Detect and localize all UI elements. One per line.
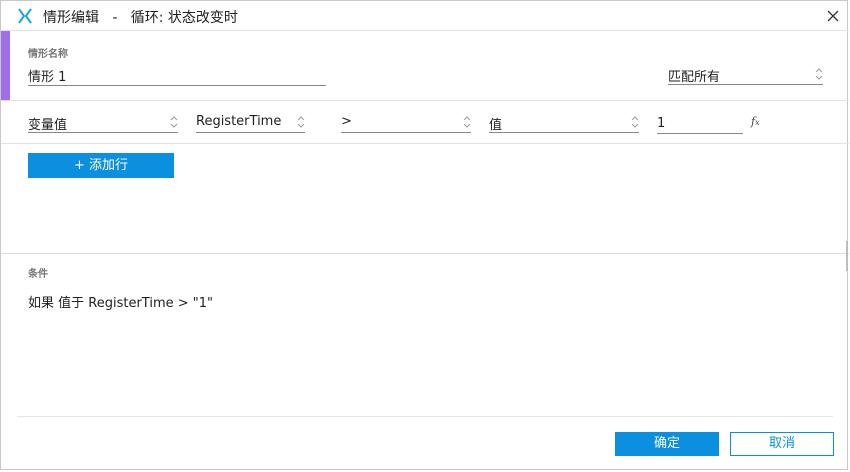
fx-icon[interactable]: fx (751, 115, 760, 128)
scenario-edit-dialog: 情形编辑 - 循环: 状态改变时 情形名称 匹配所有 变量值 RegisterT… (0, 0, 849, 470)
accent-bar (1, 31, 10, 100)
ok-button[interactable]: 确定 (615, 432, 719, 456)
conditions-label: 条件 (28, 269, 48, 280)
add-row-button[interactable]: + 添加行 (28, 153, 174, 178)
condition-row: 变量值 RegisterTime > 值 fx (1, 101, 849, 144)
match-mode-select[interactable]: 匹配所有 (668, 65, 823, 85)
conditions-text: 如果 值于 RegisterTime > "1" (28, 296, 213, 311)
operator-select[interactable]: > (341, 113, 471, 133)
footer-divider (17, 416, 833, 417)
updown-chevron-icon (297, 116, 305, 128)
match-mode-value: 匹配所有 (668, 70, 721, 85)
dialog-title: 情形编辑 - 循环: 状态改变时 (43, 10, 238, 26)
scenario-name-section: 情形名称 匹配所有 (1, 31, 849, 101)
source-type-value: 变量值 (28, 118, 68, 133)
source-type-select[interactable]: 变量值 (28, 113, 178, 133)
value-type-value: 值 (489, 118, 503, 133)
variable-select[interactable]: RegisterTime (196, 113, 305, 133)
close-icon[interactable] (823, 6, 843, 26)
condition-value-input[interactable] (657, 113, 743, 134)
scenario-name-input[interactable] (28, 65, 326, 86)
updown-chevron-icon (815, 68, 823, 80)
updown-chevron-icon (463, 116, 471, 128)
cancel-button[interactable]: 取消 (730, 432, 834, 456)
operator-value: > (341, 114, 352, 129)
updown-chevron-icon (170, 116, 178, 128)
title-bar: 情形编辑 - 循环: 状态改变时 (1, 1, 849, 31)
variable-value: RegisterTime (196, 114, 282, 129)
scenario-name-label: 情形名称 (28, 49, 68, 60)
updown-chevron-icon (631, 116, 639, 128)
resize-handle[interactable] (846, 241, 848, 271)
app-logo-icon (18, 8, 32, 24)
section-divider (1, 253, 849, 254)
value-type-select[interactable]: 值 (489, 113, 639, 133)
